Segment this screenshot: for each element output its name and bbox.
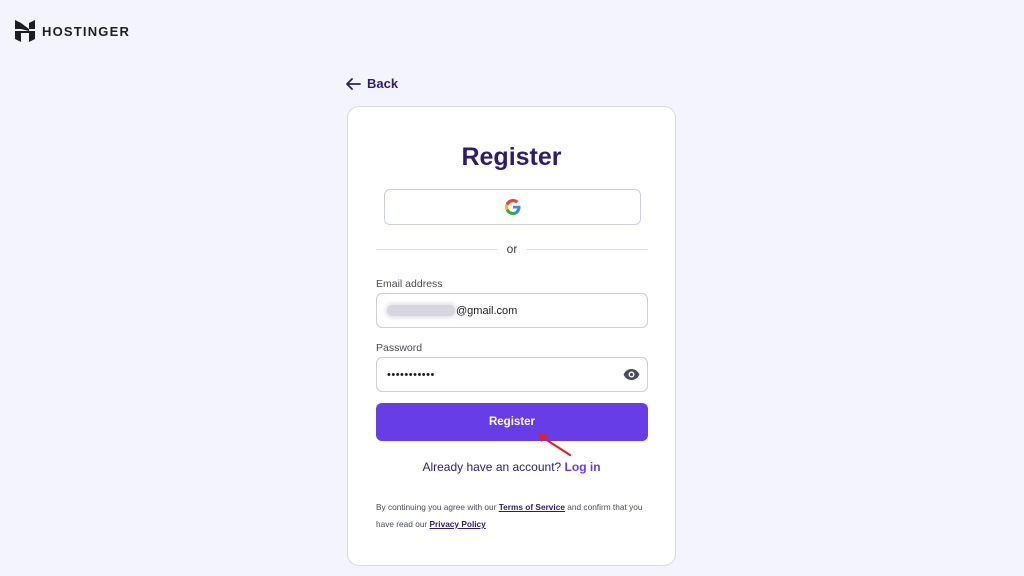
annotation-arrow-icon — [537, 433, 572, 457]
register-card: Register or Email address @gmail.com Pas… — [347, 106, 676, 566]
login-prompt: Already have an account? — [422, 460, 562, 474]
divider-line — [376, 248, 497, 250]
back-label: Back — [367, 76, 399, 91]
login-link[interactable]: Log in — [565, 460, 601, 474]
password-label: Password — [376, 342, 423, 354]
page-title: Register — [461, 143, 562, 171]
brand-name: HOSTINGER — [42, 23, 131, 39]
register-button[interactable]: Register — [376, 403, 648, 441]
hostinger-logo-icon — [15, 20, 35, 42]
brand[interactable]: HOSTINGER — [15, 20, 130, 42]
email-label: Email address — [376, 278, 443, 290]
login-prompt-row: Already have an account? Log in — [348, 460, 675, 474]
terms-of-service-link[interactable]: Terms of Service — [499, 502, 565, 512]
back-link[interactable]: Back — [346, 76, 398, 91]
eye-icon[interactable] — [623, 368, 640, 381]
divider-text: or — [506, 242, 518, 256]
google-icon — [504, 199, 520, 215]
email-field[interactable]: @gmail.com — [376, 293, 648, 328]
privacy-policy-link[interactable]: Privacy Policy — [430, 519, 486, 529]
password-field[interactable]: ••••••••••• — [376, 357, 648, 392]
google-signin-button[interactable] — [384, 189, 641, 225]
register-page: HOSTINGER Back Register or Email address… — [0, 0, 1024, 576]
email-redacted-blur — [387, 305, 455, 316]
email-value: @gmail.com — [456, 304, 518, 317]
password-value: ••••••••••• — [387, 368, 435, 381]
arrow-left-icon — [346, 77, 361, 90]
or-divider: or — [376, 242, 649, 256]
divider-line — [527, 248, 649, 250]
terms-prefix: By continuing you agree with our — [376, 502, 497, 512]
terms-notice: By continuing you agree with our Terms o… — [376, 499, 651, 533]
